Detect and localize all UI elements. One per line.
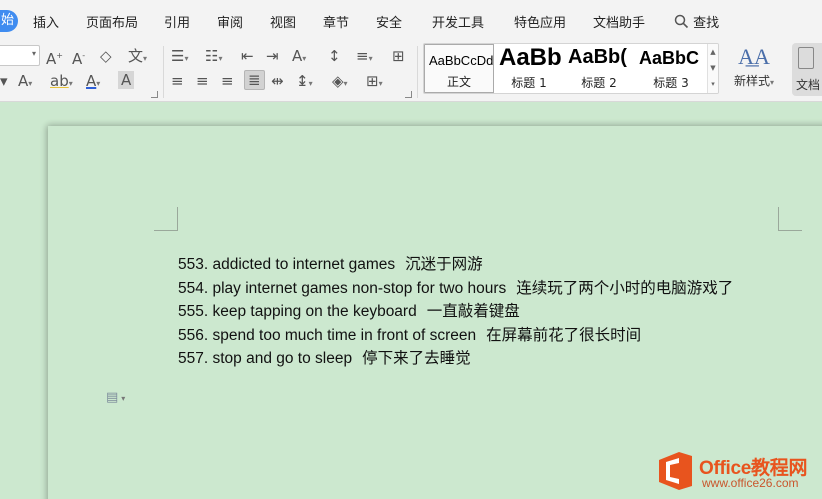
doc-assistant-button[interactable]: 文档 [792, 43, 822, 96]
search-icon [674, 14, 689, 29]
new-style-button[interactable]: A͟A 新样式▾ [726, 44, 782, 94]
justify-icon[interactable]: ≣ [244, 70, 265, 90]
show-hide-marks-icon[interactable]: ⊞ [392, 47, 405, 65]
tab-chapter[interactable]: 章节 [323, 12, 349, 31]
align-center-icon[interactable]: ≡ [196, 72, 209, 90]
tab-doc-assistant[interactable]: 文档助手 [593, 12, 645, 31]
style-heading-2[interactable]: AaBb( 标题 2 [564, 44, 634, 93]
style-heading-1[interactable]: AaBb 标题 1 [495, 44, 563, 93]
search-label: 查找 [693, 16, 720, 31]
document-body[interactable]: 553. addicted to internet games 沉迷于网游 554… [178, 253, 733, 371]
tab-start[interactable]: 始 [0, 10, 18, 32]
styles-gallery: AaBbCcDd 正文 AaBb 标题 1 AaBb( 标题 2 AaBbC 标… [423, 43, 719, 94]
line-english: 554. play internet games non-stop for tw… [178, 279, 507, 297]
tab-review[interactable]: 审阅 [217, 12, 243, 31]
style-preview: AaBbC [639, 48, 700, 68]
line-english: 553. addicted to internet games [178, 256, 396, 273]
style-preview: AaBbCcDd [429, 53, 494, 68]
watermark-site: www.office26.com [702, 476, 799, 490]
tab-page-layout[interactable]: 页面布局 [86, 12, 138, 31]
highlight-icon[interactable]: ab▾ [50, 72, 73, 93]
document-line: 555. keep tapping on the keyboard 一直敲着键盘 [178, 300, 733, 324]
new-style-label: 新样式 [733, 74, 770, 88]
style-label: 正文 [446, 75, 471, 89]
clear-format-icon[interactable]: ◇ [100, 47, 112, 65]
style-normal[interactable]: AaBbCcDd 正文 [424, 44, 494, 93]
text-outline-icon[interactable]: A▾ [18, 72, 32, 93]
line-spacing-icon[interactable]: ≡▾ [356, 47, 373, 68]
tab-insert[interactable]: 插入 [33, 12, 59, 31]
menu-bar: 始 插入 页面布局 引用 审阅 视图 章节 安全 开发工具 特色应用 文档助手 … [0, 0, 822, 40]
sort-icon[interactable]: ↕ [328, 47, 341, 65]
shrink-font-icon[interactable]: A- [72, 47, 85, 68]
style-label: 标题 1 [511, 76, 547, 90]
line-chinese: 停下来了去睡觉 [362, 349, 471, 367]
margin-corner-top-right [778, 207, 802, 231]
margin-corner-top-left [154, 207, 178, 231]
line-chinese: 一直敲着键盘 [426, 302, 520, 320]
paragraph-spacing-icon[interactable]: ↨▾ [296, 72, 313, 93]
borders-icon[interactable]: ⊞▾ [366, 72, 383, 93]
font-dialog-launcher[interactable] [151, 91, 158, 98]
line-chinese: 在屏幕前花了很长时间 [486, 325, 642, 344]
document-page[interactable]: 553. addicted to internet games 沉迷于网游 554… [48, 126, 822, 499]
style-preview: AaBb [499, 44, 562, 71]
document-line: 557. stop and go to sleep 停下来了去睡觉 [178, 347, 733, 371]
align-left-icon[interactable]: ≡ [171, 72, 184, 90]
style-preview: AaBb( [568, 46, 627, 68]
new-style-icon: A͟A [738, 44, 770, 69]
document-line: 556. spend too much time in front of scr… [178, 324, 733, 348]
font-color-icon[interactable]: A▾ [86, 72, 100, 93]
line-chinese: 连续玩了两个小时的电脑游戏了 [516, 278, 734, 297]
doc-assistant-label: 文档 [796, 78, 821, 92]
font-size-select[interactable]: ▾ [0, 45, 40, 66]
line-english: 555. keep tapping on the keyboard [178, 303, 417, 320]
document-line: 553. addicted to internet games 沉迷于网游 [178, 253, 733, 277]
phonetic-guide-icon[interactable]: 文▾ [128, 47, 147, 68]
style-label: 标题 2 [581, 76, 617, 90]
styles-scroll[interactable]: ▲ ▼ ▾ [707, 44, 718, 93]
line-english: 556. spend too much time in front of scr… [178, 326, 477, 344]
distributed-align-icon[interactable]: ⇹ [271, 72, 284, 90]
grow-font-icon[interactable]: A+ [46, 47, 63, 68]
align-right-icon[interactable]: ≡ [221, 72, 234, 90]
tab-references[interactable]: 引用 [164, 12, 190, 31]
ribbon-toolbar: ▾ A+ A- ◇ 文▾ ▾ A▾ ab▾ A▾ A ☰▾ ☷▾ ⇤ ⇥ A▾ … [0, 40, 822, 102]
line-english: 557. stop and go to sleep [178, 350, 353, 367]
tab-security[interactable]: 安全 [376, 12, 402, 31]
tab-developer[interactable]: 开发工具 [432, 12, 484, 31]
watermark-logo: Office教程网 www.office26.com [657, 449, 822, 497]
tab-special-features[interactable]: 特色应用 [514, 12, 566, 31]
style-heading-3[interactable]: AaBbC 标题 3 [635, 44, 707, 93]
line-chinese: 沉迷于网游 [405, 255, 483, 273]
document-line: 554. play internet games non-stop for tw… [178, 277, 733, 301]
office-logo-icon [659, 452, 692, 490]
char-shading-icon[interactable]: A [118, 71, 135, 89]
text-effect-icon[interactable]: ▾ [0, 72, 8, 90]
document-icon [798, 47, 814, 69]
search-tab[interactable]: 查找 [674, 12, 719, 31]
tab-view[interactable]: 视图 [270, 12, 296, 31]
bullet-list-icon[interactable]: ☰▾ [171, 47, 188, 68]
increase-indent-icon[interactable]: ⇥ [266, 47, 279, 65]
style-label: 标题 3 [653, 76, 689, 90]
text-direction-icon[interactable]: A▾ [292, 47, 306, 68]
shading-fill-icon[interactable]: ◈▾ [332, 72, 348, 93]
numbered-list-icon[interactable]: ☷▾ [205, 47, 222, 68]
decrease-indent-icon[interactable]: ⇤ [241, 47, 254, 65]
paragraph-dialog-launcher[interactable] [405, 91, 412, 98]
paste-options-icon[interactable]: ▤ ▾ [106, 390, 125, 405]
